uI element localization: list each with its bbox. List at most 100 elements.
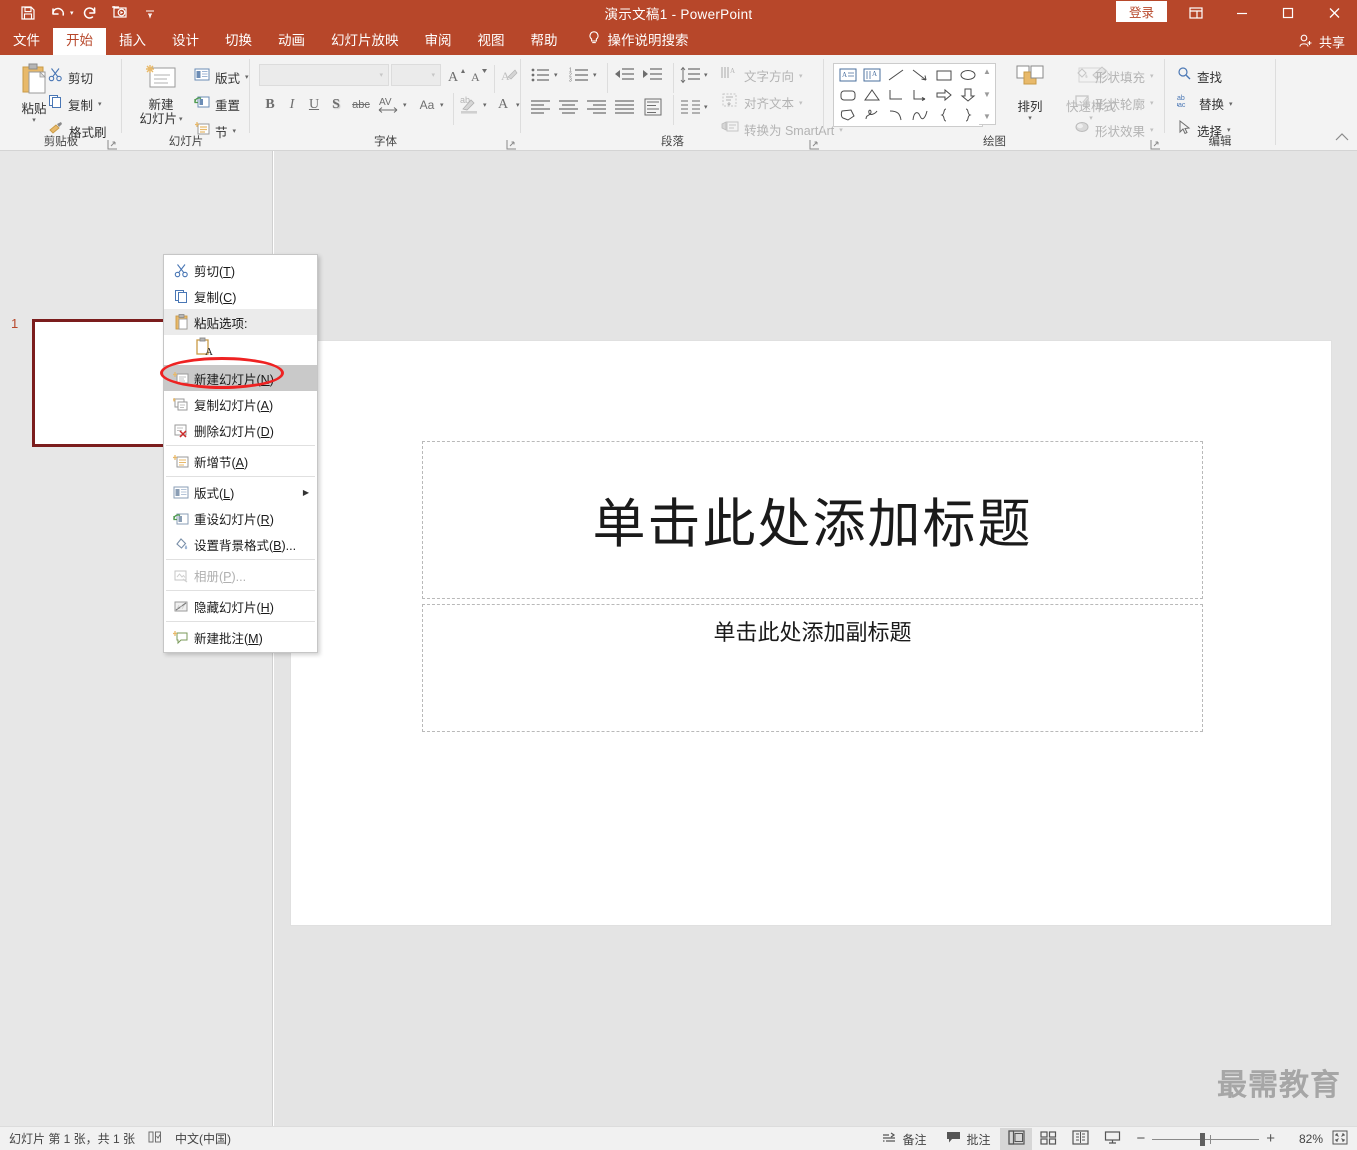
collapse-ribbon-icon[interactable] (1335, 129, 1349, 147)
shape-down-arrow[interactable] (956, 85, 980, 105)
arrange-button[interactable]: 排列 ▾ (1004, 63, 1056, 122)
bullets-caret[interactable]: ▾ (554, 71, 558, 79)
shape-triangle[interactable] (860, 85, 884, 105)
slide-context-menu[interactable]: 剪切(T) 复制(C) 粘贴选项: A 新建幻灯片(N) 复制幻灯片(A) 删除… (163, 254, 318, 653)
columns-caret[interactable]: ▾ (704, 103, 708, 111)
reading-view-button[interactable] (1064, 1128, 1096, 1150)
numbering-caret[interactable]: ▾ (593, 71, 597, 79)
shape-curve[interactable] (884, 105, 908, 125)
zoom-out-button[interactable]: − (1136, 1131, 1145, 1146)
accessibility-check-icon[interactable] (147, 1130, 163, 1147)
context-menu-item-duplicate-slide[interactable]: 复制幻灯片(A) (164, 391, 317, 417)
font-name-input[interactable]: ▾ (259, 64, 389, 86)
shape-right-brace[interactable] (956, 105, 980, 125)
layout-button[interactable]: 版式 ▾ (194, 67, 249, 87)
shape-textbox[interactable]: A (836, 65, 860, 85)
font-color-caret[interactable]: ▾ (516, 101, 520, 109)
tab-slideshow[interactable]: 幻灯片放映 (318, 28, 412, 55)
font-dialog-launcher[interactable] (506, 137, 517, 150)
replace-button[interactable]: ab ac 替换 ▾ (1176, 93, 1233, 114)
slide-editing-surface[interactable]: 单击此处添加标题 单击此处添加副标题 (290, 340, 1332, 926)
align-text-button[interactable]: 对齐文本 ▾ (721, 92, 803, 113)
text-highlight-caret[interactable]: ▾ (483, 101, 487, 109)
drawing-dialog-launcher[interactable] (1150, 137, 1161, 150)
shape-fill-caret[interactable]: ▾ (1150, 72, 1154, 80)
context-menu-item-delete-slide[interactable]: 删除幻灯片(D) (164, 417, 317, 443)
shape-line[interactable] (884, 65, 908, 85)
character-spacing-button[interactable]: AV (376, 93, 402, 115)
shape-arc[interactable] (908, 105, 932, 125)
shape-outline-button[interactable]: 形状轮廓 ▾ (1074, 93, 1154, 113)
context-menu-item-copy[interactable]: 复制(C) (164, 283, 317, 309)
grow-font-button[interactable]: A (446, 65, 468, 85)
find-button[interactable]: 查找 (1177, 66, 1222, 86)
bullets-button[interactable] (529, 65, 553, 85)
tab-help[interactable]: 帮助 (518, 28, 571, 55)
paste-dropdown-caret[interactable]: ▾ (32, 116, 36, 124)
context-menu-item-layout[interactable]: 版式(L) ▶ (164, 479, 317, 505)
slideshow-view-button[interactable] (1096, 1128, 1128, 1150)
align-left-button[interactable] (529, 97, 553, 117)
line-spacing-button[interactable] (679, 65, 703, 85)
shape-oval[interactable] (956, 65, 980, 85)
shape-vertical-textbox[interactable]: A (860, 65, 884, 85)
shape-rectangle[interactable] (932, 65, 956, 85)
tab-view[interactable]: 视图 (465, 28, 518, 55)
zoom-in-button[interactable]: + (1266, 1131, 1275, 1146)
tab-animations[interactable]: 动画 (265, 28, 318, 55)
tab-transitions[interactable]: 切换 (212, 28, 265, 55)
text-highlight-button[interactable]: ab (458, 93, 482, 115)
shapes-scroll-up-icon[interactable]: ▲ (983, 67, 991, 76)
slide-sorter-view-button[interactable] (1032, 1128, 1064, 1150)
context-menu-item-hide-slide[interactable]: 隐藏幻灯片(H) (164, 593, 317, 619)
tab-review[interactable]: 审阅 (412, 28, 465, 55)
undo-dropdown-caret[interactable]: ▾ (70, 9, 74, 17)
line-spacing-caret[interactable]: ▾ (704, 71, 708, 79)
fit-to-window-button[interactable] (1323, 1128, 1357, 1150)
language-label[interactable]: 中文(中国) (175, 1130, 231, 1147)
start-slideshow-icon[interactable] (106, 2, 134, 24)
zoom-slider-handle[interactable] (1200, 1132, 1206, 1146)
context-menu-item-reset-slide[interactable]: 重设幻灯片(R) (164, 505, 317, 531)
distribute-button[interactable] (641, 97, 665, 117)
font-size-caret[interactable]: ▾ (431, 71, 435, 79)
context-menu-item-cut[interactable]: 剪切(T) (164, 257, 317, 283)
tab-design[interactable]: 设计 (159, 28, 212, 55)
strikethrough-button[interactable]: abc (348, 95, 374, 115)
shape-left-brace[interactable] (932, 105, 956, 125)
undo-icon[interactable] (44, 2, 72, 24)
subtitle-placeholder[interactable]: 单击此处添加副标题 (422, 604, 1203, 732)
change-case-button[interactable]: Aa (415, 95, 439, 115)
change-case-caret[interactable]: ▾ (440, 101, 444, 109)
new-slide-button[interactable]: 新建 幻灯片 ▾ (130, 63, 192, 126)
justify-button[interactable] (613, 97, 637, 117)
cut-button[interactable]: 剪切 (48, 67, 93, 87)
character-spacing-caret[interactable]: ▾ (403, 101, 407, 109)
customize-qat-icon[interactable] (136, 2, 164, 24)
shapes-gallery[interactable]: A A (833, 63, 983, 127)
tab-home[interactable]: 开始 (53, 28, 106, 55)
shape-outline-caret[interactable]: ▾ (1150, 99, 1154, 107)
columns-button[interactable] (679, 97, 703, 117)
text-direction-button[interactable]: A 文字方向 ▾ (721, 65, 803, 86)
shape-scribble[interactable] (860, 105, 884, 125)
shapes-scroll-down-icon[interactable]: ▼ (983, 90, 991, 99)
font-name-caret[interactable]: ▾ (379, 71, 383, 79)
clear-formatting-button[interactable]: A (498, 65, 520, 85)
title-placeholder[interactable]: 单击此处添加标题 (422, 441, 1203, 599)
shape-rounded-rectangle[interactable] (836, 85, 860, 105)
new-slide-dropdown-caret[interactable]: ▾ (179, 115, 183, 123)
notes-button[interactable]: 备注 (872, 1127, 936, 1150)
shape-elbow-connector[interactable] (884, 85, 908, 105)
save-icon[interactable] (14, 2, 42, 24)
tab-insert[interactable]: 插入 (106, 28, 159, 55)
font-color-button[interactable]: A (494, 93, 516, 115)
increase-indent-button[interactable] (641, 65, 665, 85)
shape-arrow[interactable] (908, 65, 932, 85)
ribbon-display-options-icon[interactable] (1173, 0, 1219, 26)
zoom-level-label[interactable]: 82% (1283, 1132, 1323, 1146)
maximize-icon[interactable] (1265, 0, 1311, 26)
tab-file[interactable]: 文件 (0, 28, 53, 55)
font-size-input[interactable]: ▾ (391, 64, 441, 86)
minimize-icon[interactable] (1219, 0, 1265, 26)
